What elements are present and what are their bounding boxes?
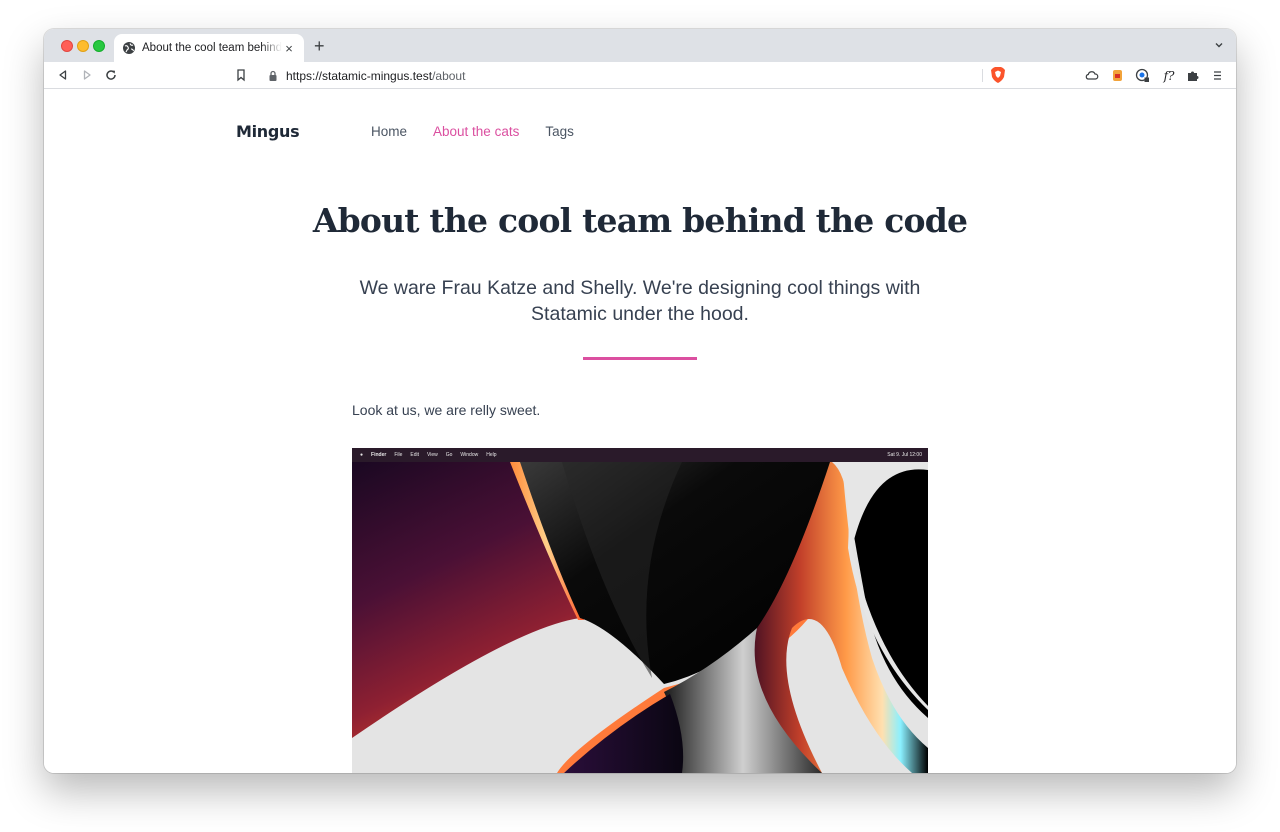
lock-icon — [269, 70, 277, 81]
accent-divider — [583, 357, 697, 360]
new-tab-button[interactable]: + — [314, 37, 325, 55]
apple-icon: ● — [360, 452, 364, 458]
menubar-item: Window — [460, 452, 479, 458]
site-logo[interactable]: Mingus — [236, 122, 300, 141]
font-ninja-icon[interactable]: f? — [1159, 68, 1179, 83]
page-title: About the cool team behind the code — [312, 201, 968, 240]
menubar-clock: Sat 9. Jul 12:00 — [887, 452, 922, 458]
cloud-icon[interactable] — [1084, 68, 1099, 83]
chevron-down-icon[interactable] — [1214, 40, 1224, 50]
globe-icon — [123, 42, 135, 54]
site-nav: Home About the cats Tags — [371, 124, 574, 139]
bookmark-icon[interactable] — [234, 68, 248, 82]
web-page: Mingus Home About the cats Tags About th… — [44, 89, 1236, 773]
macos-menubar: ● Finder File Edit View Go Window Help S… — [352, 448, 928, 462]
nav-link-home[interactable]: Home — [371, 124, 407, 139]
menu-icon[interactable] — [1210, 68, 1225, 83]
menubar-item: Finder — [371, 452, 387, 458]
browser-window: About the cool team behind the code × + … — [44, 29, 1236, 773]
forward-icon[interactable] — [80, 68, 94, 82]
menubar-item: Help — [486, 452, 497, 458]
tab-close-icon[interactable]: × — [282, 41, 296, 56]
tab-bar: About the cool team behind the code × + — [44, 29, 1236, 62]
password-manager-icon[interactable] — [1135, 68, 1150, 83]
nav-link-tags[interactable]: Tags — [545, 124, 574, 139]
minimize-window-button[interactable] — [77, 40, 89, 52]
nav-link-about[interactable]: About the cats — [433, 124, 519, 139]
zoom-window-button[interactable] — [93, 40, 105, 52]
brave-shield-icon[interactable] — [990, 66, 1006, 84]
active-tab[interactable]: About the cool team behind the code × — [114, 34, 304, 62]
menubar-item: Edit — [410, 452, 419, 458]
menubar-item: View — [427, 452, 438, 458]
menubar-item: File — [394, 452, 403, 458]
url-path: /about — [432, 68, 466, 83]
page-subtitle: We ware Frau Katze and Shelly. We're des… — [359, 277, 921, 325]
extension-avatar-icon[interactable] — [1110, 68, 1125, 83]
body-text: Look at us, we are relly sweet. — [352, 402, 541, 418]
menubar-item: Go — [445, 452, 453, 458]
reload-icon[interactable] — [104, 68, 118, 82]
address-bar[interactable]: https://statamic-mingus.test/about — [258, 65, 1014, 86]
address-bar-divider — [982, 69, 983, 82]
back-icon[interactable] — [56, 68, 70, 82]
url-host: https://statamic-mingus.test — [286, 68, 433, 83]
puzzle-icon[interactable] — [1186, 68, 1201, 83]
macos-wallpaper-image: ● Finder File Edit View Go Window Help S… — [352, 448, 928, 773]
tab-title: About the cool team behind the code — [142, 42, 282, 54]
browser-toolbar: https://statamic-mingus.test/about f? — [44, 62, 1236, 89]
wallpaper-graphic — [352, 448, 928, 773]
close-window-button[interactable] — [61, 40, 73, 52]
